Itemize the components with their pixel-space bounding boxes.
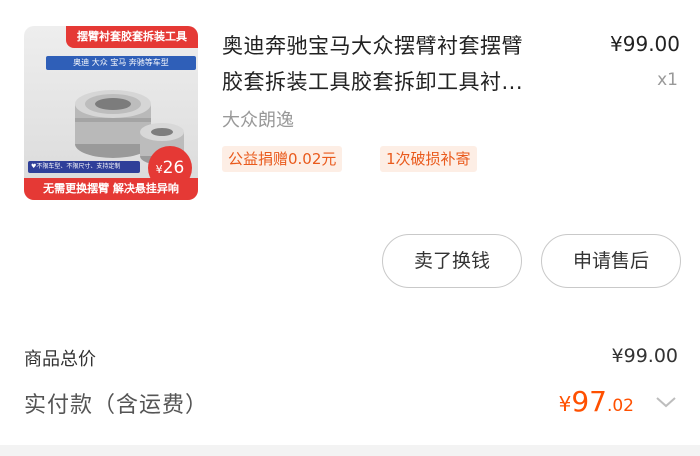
product-thumbnail[interactable]: 摆臂衬套胶套拆装工具 奥迪 大众 宝马 奔驰等车型 ♥不限车型、不限尺寸、支持定… <box>24 26 198 200</box>
section-divider <box>0 445 700 456</box>
product-variant: 大众朗逸 <box>222 110 294 131</box>
amount-paid-decimal: .02 <box>606 396 634 416</box>
amount-paid-currency: ¥ <box>558 392 572 416</box>
thumbnail-model-strip: 奥迪 大众 宝马 奔驰等车型 <box>46 56 196 70</box>
repair-guarantee-badge: 1次破损补寄 <box>380 146 477 172</box>
chevron-down-icon[interactable] <box>654 392 678 412</box>
product-quantity: x1 <box>657 70 678 90</box>
after-sales-button[interactable]: 申请售后 <box>541 234 681 288</box>
order-item-card: 摆臂衬套胶套拆装工具 奥迪 大众 宝马 奔驰等车型 ♥不限车型、不限尺寸、支持定… <box>0 0 700 445</box>
thumbnail-bottom-banner: 无需更换摆臂 解决悬挂异响 <box>24 178 198 200</box>
product-price: ¥99.00 <box>610 32 680 56</box>
sell-for-cash-button[interactable]: 卖了换钱 <box>382 234 522 288</box>
product-title[interactable]: 奥迪奔驰宝马大众摆臂衬套摆臂 胶套拆装工具胶套拆卸工具衬... <box>222 28 582 100</box>
thumbnail-tags-strip: ♥不限车型、不限尺寸、支持定制 <box>28 161 140 173</box>
product-title-line-1: 奥迪奔驰宝马大众摆臂衬套摆臂 <box>222 34 523 58</box>
amount-paid-label: 实付款（含运费） <box>24 393 209 418</box>
amount-paid-integer: 97 <box>571 385 607 418</box>
donation-badge: 公益捐赠0.02元 <box>222 146 343 172</box>
goods-total-label: 商品总价 <box>24 349 96 370</box>
product-title-line-2: 胶套拆装工具胶套拆卸工具衬... <box>222 70 524 94</box>
thumbnail-top-banner: 摆臂衬套胶套拆装工具 <box>66 26 198 48</box>
goods-total-value: ¥99.00 <box>611 345 678 367</box>
amount-paid-value: ¥97.02 <box>559 385 634 418</box>
